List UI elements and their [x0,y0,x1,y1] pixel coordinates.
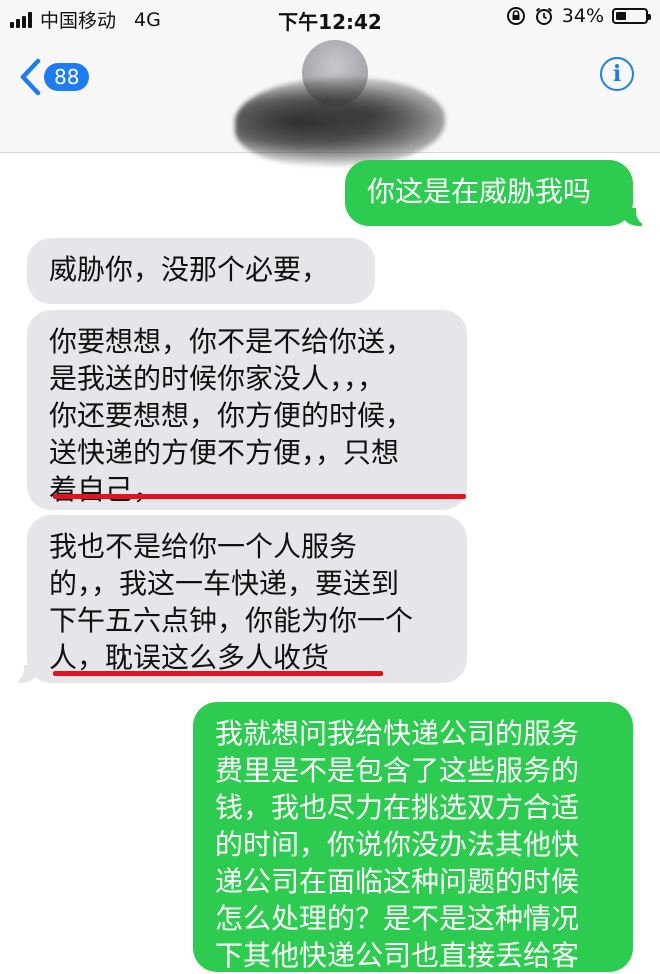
message-line: 的，，我这一车快递，要送到 [49,567,400,600]
battery-icon [612,8,651,24]
message-line: 是我送的时候你家没人，，， [49,362,386,395]
message-bubble-incoming[interactable]: 你要想想，你不是不给你送， 是我送的时候你家没人，，， 你还要想想，你方便的时候… [27,310,467,510]
message-line: 钱，我也尽力在挑选双方合适 [215,791,580,824]
message-line: 你还要想想，你方便的时候， [49,399,414,432]
message-line: 你要想想，你不是不给你送， [49,325,414,358]
conversation-header: 88 i [0,36,660,166]
message-line: 着自己， [49,473,162,506]
message-line: 下午五六点钟，你能为你一个 [49,604,414,637]
red-underline [53,671,383,676]
message-line: 送快递的方便不方便，，只想 [49,436,400,469]
message-line: 下其他快递公司也直接丢给客 [215,939,580,972]
battery-fill [616,12,626,20]
message-bubble-outgoing[interactable]: 你这是在威胁我吗 [345,160,633,226]
bubble-tail [620,206,652,226]
chevron-left-icon [20,58,41,96]
bubble-tail [8,663,40,683]
message-line: 威胁你，没那个必要， [49,253,330,286]
message-bubble-outgoing[interactable]: 我就想问我给快递公司的服务 费里是不是包含了这些服务的 钱，我也尽力在挑选双方合… [193,702,633,972]
info-button[interactable]: i [600,57,634,91]
message-line: 费里是不是包含了这些服务的 [215,754,580,787]
message-bubble-incoming[interactable]: 我也不是给你一个人服务 的，，我这一车快递，要送到 下午五六点钟，你能为你一个 … [27,515,467,683]
message-line: 的时间，你说你没办法其他快 [215,828,580,861]
message-line: 怎么处理的？是不是这种情况 [215,902,580,935]
red-underline [53,494,466,499]
message-line: 你这是在威胁我吗 [367,175,592,208]
back-button[interactable]: 88 [18,58,90,96]
unread-count-badge: 88 [44,63,90,91]
status-right: 34% [506,5,651,27]
message-line: 递公司在面临这种问题的时候 [215,865,580,898]
message-line: 我也不是给你一个人服务 [49,530,358,563]
status-bar: 中国移动 4G 下午12:42 34% [0,0,660,36]
orientation-lock-icon [506,7,525,25]
message-bubble-incoming[interactable]: 威胁你，没那个必要， [27,238,375,304]
alarm-icon [535,7,552,25]
message-line: 我就想问我给快递公司的服务 [215,717,580,750]
battery-percent: 34% [561,5,604,27]
redacted-contact-name [235,78,445,166]
